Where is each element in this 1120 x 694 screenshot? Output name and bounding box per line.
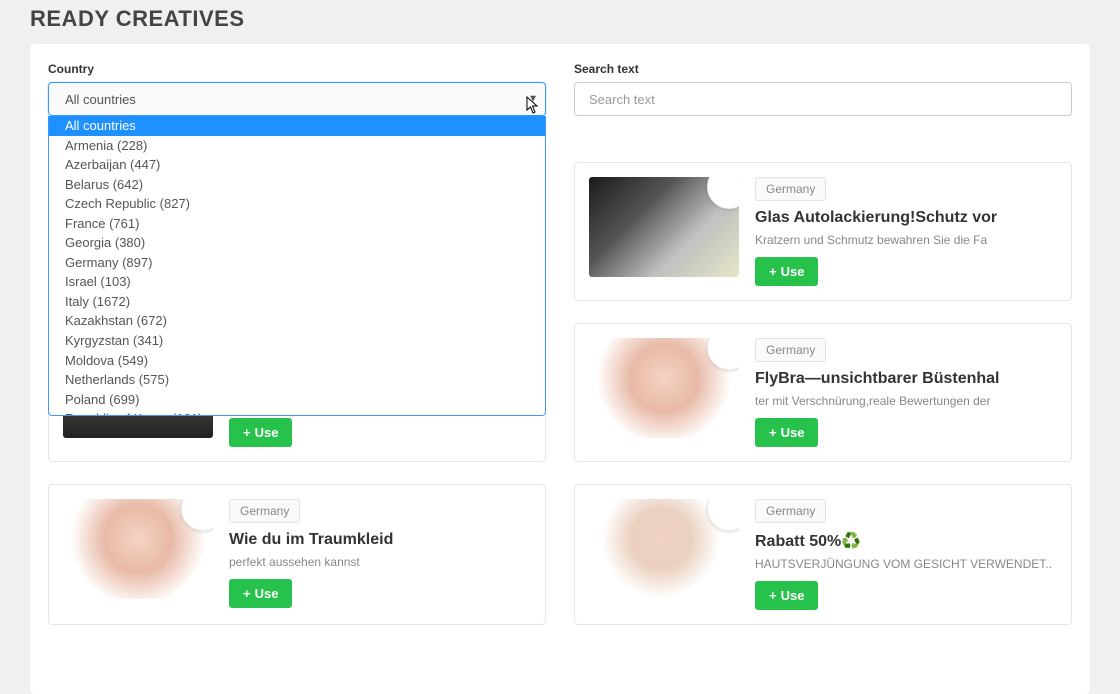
country-option[interactable]: Kyrgyzstan (341)	[49, 331, 545, 351]
country-option[interactable]: All countries	[49, 116, 545, 136]
country-option[interactable]: Georgia (380)	[49, 233, 545, 253]
use-button-label: Use	[781, 425, 805, 440]
country-label: Country	[48, 62, 546, 76]
plus-icon: +	[243, 425, 251, 440]
country-option[interactable]: Republic of Korea (161)	[49, 409, 545, 416]
creative-thumbnail	[589, 499, 739, 599]
country-select[interactable]: All countries	[48, 82, 546, 116]
country-option[interactable]: France (761)	[49, 214, 545, 234]
country-option[interactable]: Czech Republic (827)	[49, 194, 545, 214]
country-tag: Germany	[755, 177, 826, 201]
country-select-value: All countries	[65, 92, 136, 107]
country-option[interactable]: Netherlands (575)	[49, 370, 545, 390]
creative-body: Germany FlyBra—unsichtbarer Büstenhal te…	[755, 338, 1057, 447]
use-button-label: Use	[255, 586, 279, 601]
badge-icon	[707, 177, 739, 209]
plus-icon: +	[243, 586, 251, 601]
creative-desc: HAUTSVERJÜNGUNG VOM GESICHT VERWENDET..	[755, 557, 1057, 571]
creative-title: Wie du im Traumkleid	[229, 531, 531, 549]
badge-icon	[707, 499, 739, 531]
creative-card: Germany Wie du im Traumkleid perfekt aus…	[48, 484, 546, 625]
country-dropdown[interactable]: All countriesArmenia (228)Azerbaijan (44…	[48, 116, 546, 416]
use-button[interactable]: + Use	[755, 418, 818, 447]
plus-icon: +	[769, 425, 777, 440]
country-select-wrap: All countries ▼ All countriesArmenia (22…	[48, 82, 546, 116]
badge-icon	[181, 499, 213, 531]
plus-icon: +	[769, 588, 777, 603]
creative-title: FlyBra—unsichtbarer Büstenhal	[755, 370, 1057, 388]
creative-thumbnail	[589, 338, 739, 438]
plus-icon: +	[769, 264, 777, 279]
use-button[interactable]: + Use	[229, 579, 292, 608]
badge-icon	[707, 338, 739, 370]
creative-thumbnail	[589, 177, 739, 277]
use-button[interactable]: + Use	[755, 581, 818, 610]
country-option[interactable]: Germany (897)	[49, 253, 545, 273]
use-button-label: Use	[781, 264, 805, 279]
country-option[interactable]: Azerbaijan (447)	[49, 155, 545, 175]
search-input[interactable]	[574, 82, 1072, 116]
country-option[interactable]: Poland (699)	[49, 390, 545, 410]
page-title: READY CREATIVES	[0, 0, 1120, 44]
creative-desc: ter mit Verschnürung,reale Bewertungen d…	[755, 394, 1057, 408]
country-option[interactable]: Italy (1672)	[49, 292, 545, 312]
search-filter: Search text	[574, 62, 1072, 116]
creative-body: Germany Wie du im Traumkleid perfekt aus…	[229, 499, 531, 610]
country-tag: Germany	[755, 338, 826, 362]
creative-title: Glas Autolackierung!Schutz vor	[755, 209, 1057, 227]
use-button-label: Use	[781, 588, 805, 603]
country-filter: Country All countries ▼ All countriesArm…	[48, 62, 546, 116]
country-option[interactable]: Kazakhstan (672)	[49, 311, 545, 331]
country-option[interactable]: Belarus (642)	[49, 175, 545, 195]
country-option[interactable]: Moldova (549)	[49, 351, 545, 371]
main-panel: Country All countries ▼ All countriesArm…	[30, 44, 1090, 694]
country-option[interactable]: Armenia (228)	[49, 136, 545, 156]
country-tag: Germany	[229, 499, 300, 523]
creative-card: Germany Glas Autolackierung!Schutz vor K…	[574, 162, 1072, 301]
creative-body: Germany Glas Autolackierung!Schutz vor K…	[755, 177, 1057, 286]
creative-thumbnail	[63, 499, 213, 599]
use-button[interactable]: + Use	[229, 418, 292, 447]
country-tag: Germany	[755, 499, 826, 523]
creative-body: Germany Rabatt 50%♻️ HAUTSVERJÜNGUNG VOM…	[755, 499, 1057, 610]
creative-desc: perfekt aussehen kannst	[229, 555, 531, 569]
creative-title: Rabatt 50%♻️	[755, 531, 1057, 551]
creative-desc: Kratzern und Schmutz bewahren Sie die Fa	[755, 233, 1057, 247]
search-label: Search text	[574, 62, 1072, 76]
use-button-label: Use	[255, 425, 279, 440]
country-option[interactable]: Israel (103)	[49, 272, 545, 292]
use-button[interactable]: + Use	[755, 257, 818, 286]
creative-card: Germany Rabatt 50%♻️ HAUTSVERJÜNGUNG VOM…	[574, 484, 1072, 625]
creative-card: Germany FlyBra—unsichtbarer Büstenhal te…	[574, 323, 1072, 462]
filters-row: Country All countries ▼ All countriesArm…	[48, 62, 1072, 116]
